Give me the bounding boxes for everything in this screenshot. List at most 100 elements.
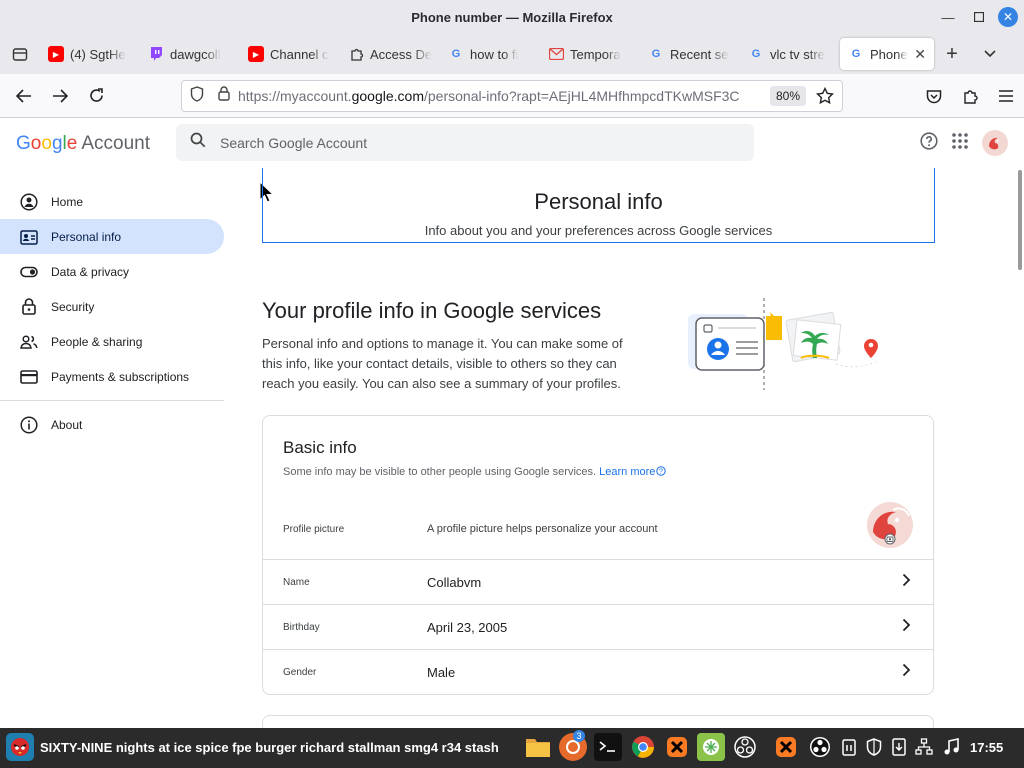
xampp-icon[interactable]	[663, 733, 691, 761]
tab-label: Tempora	[570, 46, 621, 62]
toggle-icon	[20, 263, 38, 281]
firefox-view-icon[interactable]	[0, 34, 40, 74]
url-host: google.com	[351, 88, 424, 104]
tab-twitch[interactable]: dawgcoll	[140, 38, 240, 70]
birthday-row[interactable]: Birthday April 23, 2005	[263, 604, 933, 649]
url-bar[interactable]: https://myaccount.google.com/personal-in…	[181, 80, 843, 112]
chrome-icon[interactable]	[629, 733, 657, 761]
logo-letter: e	[66, 133, 78, 154]
back-arrow-icon[interactable]	[6, 80, 42, 112]
gender-row[interactable]: Gender Male	[263, 649, 933, 694]
url-text[interactable]: https://myaccount.google.com/personal-in…	[238, 88, 758, 104]
learn-more-link[interactable]: Learn more?	[599, 466, 667, 478]
page-scrollbar-thumb[interactable]	[1018, 170, 1022, 270]
calc-grid-icon[interactable]	[697, 733, 725, 761]
obs-tray-icon[interactable]	[806, 733, 834, 761]
apps-grid-icon[interactable]	[952, 132, 968, 154]
search-icon	[190, 132, 206, 153]
sidebar-item-label: Payments & subscriptions	[51, 369, 190, 384]
sidebar-item-security[interactable]: Security	[0, 289, 224, 324]
tab-phone-active[interactable]: G Phone ✕	[840, 38, 934, 70]
info-icon	[20, 415, 38, 434]
tab-strip: ▶ (4) SgtHe dawgcoll ▶ Channel c Access …	[0, 34, 1024, 74]
row-value: April 23, 2005	[427, 619, 508, 635]
help-icon[interactable]	[920, 131, 938, 155]
notification-badge: 3	[573, 730, 585, 742]
chevron-right-icon	[902, 573, 911, 592]
name-row[interactable]: Name Collabvm	[263, 559, 933, 604]
tab-google-2[interactable]: G Recent se	[640, 38, 740, 70]
terminal-icon[interactable]	[594, 733, 622, 761]
card-icon	[20, 368, 38, 386]
sound-icon[interactable]	[937, 733, 965, 761]
sidebar-item-home[interactable]: Home	[0, 184, 224, 219]
logo-letter: o	[41, 133, 52, 154]
profile-section-heading: Your profile info in Google services	[262, 298, 602, 323]
help-circle-icon: ?	[656, 466, 667, 476]
search-account-input[interactable]: Search Google Account	[176, 124, 754, 161]
tab-youtube-2[interactable]: ▶ Channel c	[240, 38, 340, 70]
forward-arrow-icon[interactable]	[42, 80, 78, 112]
xampp-tray-icon[interactable]	[772, 733, 800, 761]
sidebar-item-label: Home	[51, 194, 84, 209]
tab-youtube-1[interactable]: ▶ (4) SgtHe	[40, 38, 140, 70]
row-value: A profile picture helps personalize your…	[427, 523, 658, 535]
sidebar-item-data-privacy[interactable]: Data & privacy	[0, 254, 224, 289]
google-icon: G	[651, 48, 661, 60]
clipboard-icon[interactable]	[835, 733, 863, 761]
main-content: Personal info Info about you and your pr…	[262, 168, 935, 735]
tab-google-3[interactable]: G vlc tv stre	[740, 38, 840, 70]
lock-icon	[20, 298, 38, 316]
chevron-right-icon	[902, 618, 911, 637]
tab-label: Access De	[370, 46, 432, 62]
close-window-icon[interactable]: ✕	[998, 7, 1018, 27]
badge-icon	[20, 228, 38, 246]
sidebar-item-about[interactable]: About	[0, 407, 224, 442]
tab-label: how to fi	[470, 46, 519, 62]
tab-close-icon[interactable]: ✕	[914, 46, 926, 63]
active-window-app-icon[interactable]	[6, 733, 34, 761]
puzzle-icon	[348, 46, 364, 62]
google-account-header: Google Account Search Google Account	[0, 118, 1024, 168]
tab-tempmail[interactable]: Tempora	[540, 38, 640, 70]
extensions-icon[interactable]	[952, 80, 988, 112]
network-icon[interactable]	[910, 733, 938, 761]
tab-google-1[interactable]: G how to fi	[440, 38, 540, 70]
youtube-icon: ▶	[48, 46, 64, 62]
search-placeholder: Search Google Account	[220, 134, 368, 151]
reload-icon[interactable]	[78, 80, 114, 112]
basic-info-subtitle-text: Some info may be visible to other people…	[283, 466, 597, 478]
google-account-logo[interactable]: Google Account	[16, 133, 150, 155]
maximize-icon[interactable]	[969, 7, 989, 27]
new-tab-button[interactable]: +	[934, 38, 970, 70]
bookmark-star-icon[interactable]	[815, 86, 835, 110]
firefox-taskbar-icon[interactable]: 3	[559, 730, 587, 761]
zoom-level-badge[interactable]: 80%	[770, 86, 807, 106]
row-value: Collabvm	[427, 574, 482, 590]
lock-icon[interactable]	[218, 86, 230, 106]
people-icon	[20, 333, 38, 351]
sidebar-item-payments[interactable]: Payments & subscriptions	[0, 359, 224, 394]
list-all-tabs-icon[interactable]	[970, 38, 1010, 70]
sidebar-item-personal-info[interactable]: Personal info	[0, 219, 224, 254]
url-path: /personal-info?rapt=AEjHL4MHfhmpcdTKwMSF…	[424, 88, 740, 104]
hamburger-menu-icon[interactable]	[988, 80, 1024, 112]
files-icon[interactable]	[524, 733, 552, 761]
obs-icon[interactable]	[731, 733, 759, 761]
account-avatar[interactable]	[982, 130, 1008, 156]
sidebar-item-people-sharing[interactable]: People & sharing	[0, 324, 224, 359]
profile-illustration	[688, 298, 878, 390]
profile-picture-row[interactable]: Profile picture A profile picture helps …	[263, 498, 933, 560]
page-header-box: Personal info Info about you and your pr…	[262, 168, 935, 243]
row-label: Birthday	[283, 621, 320, 633]
minimize-icon[interactable]: —	[938, 7, 958, 27]
tracking-shield-icon[interactable]	[190, 85, 204, 107]
tab-access[interactable]: Access De	[340, 38, 440, 70]
update-manager-icon[interactable]	[885, 733, 913, 761]
home-icon	[20, 192, 38, 211]
taskbar-window-title[interactable]: SIXTY-NINE nights at ice spice fpe burge…	[40, 740, 499, 755]
pocket-icon[interactable]	[916, 80, 952, 112]
taskbar-clock[interactable]: 17:55	[970, 740, 1003, 755]
shield-tray-icon[interactable]	[860, 733, 888, 761]
profile-picture-avatar[interactable]	[867, 502, 913, 548]
